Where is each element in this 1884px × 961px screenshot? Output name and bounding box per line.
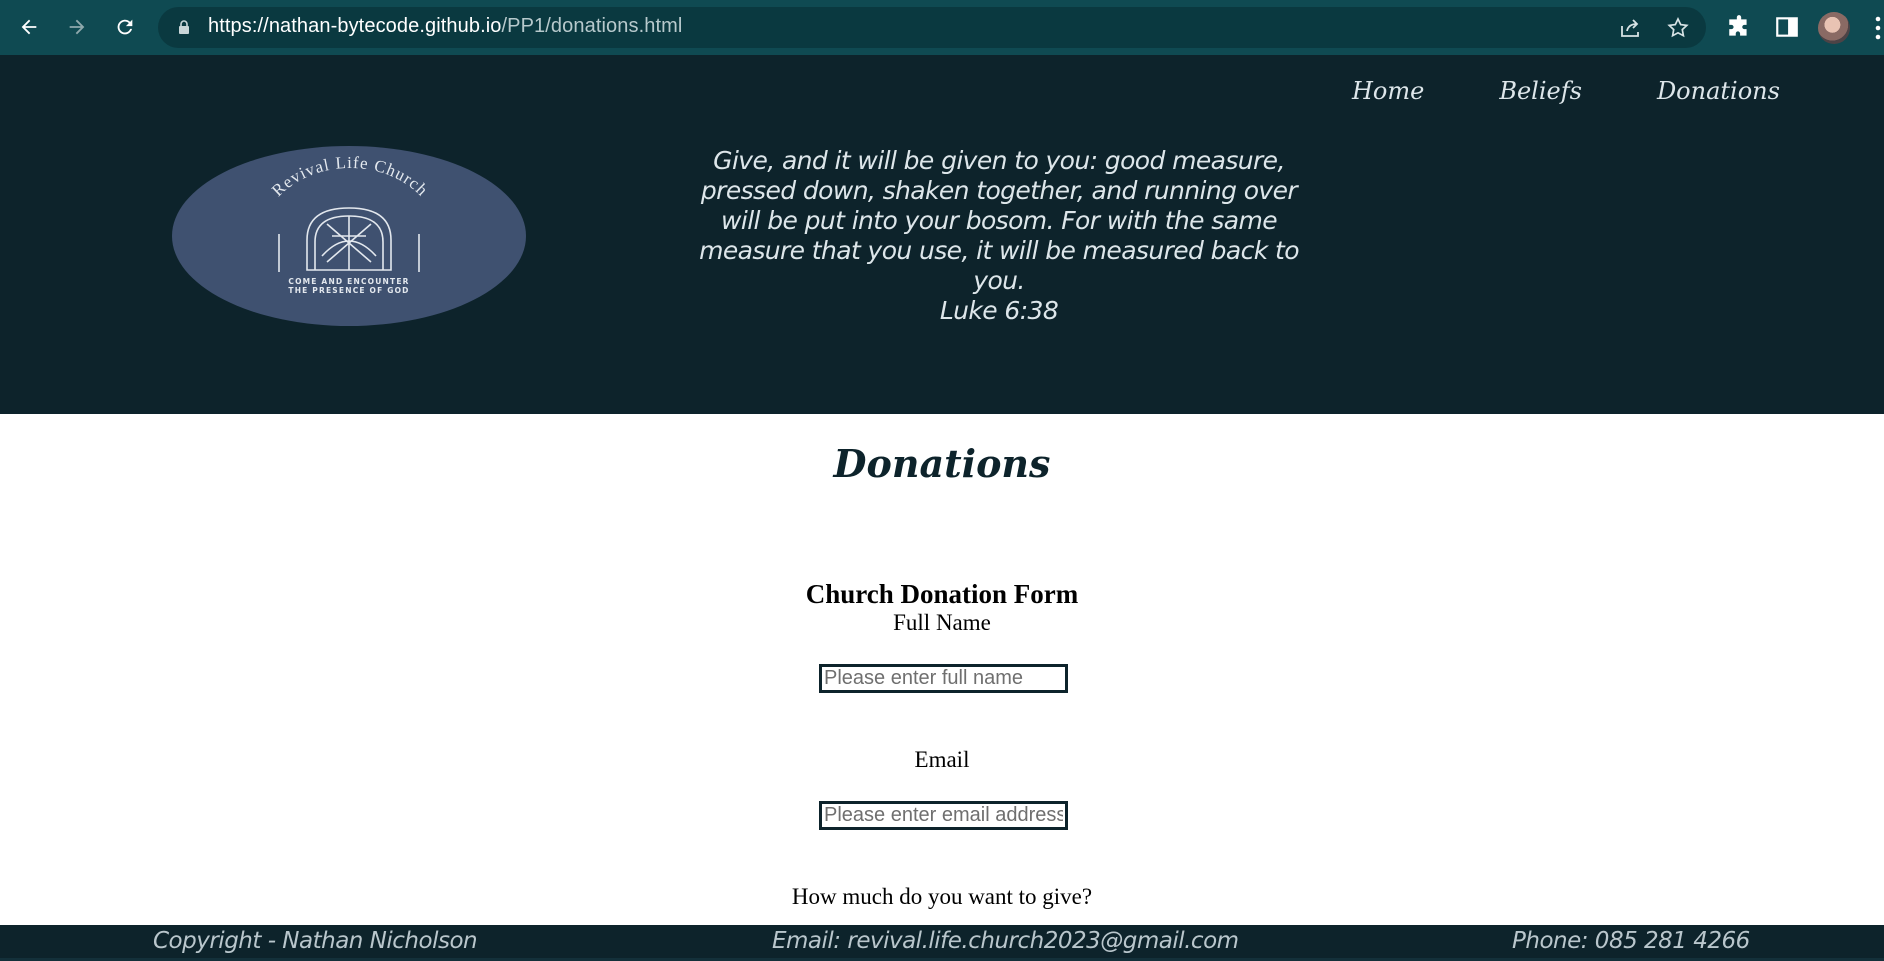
lock-icon[interactable]: [176, 19, 192, 35]
reload-icon[interactable]: [110, 12, 140, 42]
page-title: Donations: [833, 441, 1051, 486]
donation-amount-label: How much do you want to give?: [791, 884, 1093, 909]
footer-phone[interactable]: Phone: 085 281 4266: [1512, 928, 1750, 954]
nav-home-link[interactable]: Home: [1352, 77, 1424, 105]
site-footer: Copyright - Nathan Nicholson Email: revi…: [0, 925, 1884, 961]
menu-icon[interactable]: [1872, 14, 1884, 42]
full-name-input[interactable]: [819, 664, 1068, 693]
share-icon[interactable]: [1618, 16, 1642, 40]
svg-text:Revival Life Church: Revival Life Church: [268, 153, 432, 200]
scripture-verse: Give, and it will be given to you: good …: [690, 146, 1308, 326]
logo-tagline-1: COME AND ENCOUNTER: [288, 277, 409, 286]
star-icon[interactable]: [1666, 16, 1690, 40]
verse-reference: Luke 6:38: [939, 296, 1059, 325]
url-text[interactable]: https://nathan-bytecode.github.io/PP1/do…: [208, 15, 682, 38]
church-window-icon: [278, 207, 420, 272]
forward-icon[interactable]: [62, 12, 92, 42]
email-input[interactable]: [819, 801, 1068, 830]
extensions-icon[interactable]: [1726, 14, 1752, 40]
logo-tagline-2: THE PRESENCE OF GOD: [288, 286, 409, 295]
form-title: Church Donation Form: [805, 579, 1079, 609]
nav-donations-link[interactable]: Donations: [1657, 77, 1780, 105]
full-name-label: Full Name: [893, 610, 991, 635]
url-path: /PP1/donations.html: [501, 15, 683, 37]
verse-text: Give, and it will be given to you: good …: [699, 146, 1299, 295]
back-icon[interactable]: [14, 12, 44, 42]
footer-copyright: Copyright - Nathan Nicholson: [153, 928, 478, 954]
church-logo[interactable]: Revival Life Church COME AND ENCOUNTER T…: [172, 146, 526, 326]
address-bar[interactable]: https://nathan-bytecode.github.io/PP1/do…: [158, 7, 1706, 48]
profile-avatar[interactable]: [1818, 12, 1850, 44]
browser-toolbar: https://nathan-bytecode.github.io/PP1/do…: [0, 0, 1884, 55]
site-header: Home Beliefs Donations Revival Life Chur…: [0, 55, 1884, 414]
email-label: Email: [914, 747, 970, 772]
nav-beliefs-link[interactable]: Beliefs: [1499, 77, 1582, 105]
footer-email[interactable]: Email: revival.life.church2023@gmail.com: [772, 928, 1239, 954]
logo-name: Revival Life Church: [268, 153, 431, 200]
main-nav: Home Beliefs Donations: [1352, 77, 1855, 105]
side-panel-icon[interactable]: [1774, 14, 1800, 40]
url-host: https://nathan-bytecode.github.io: [208, 15, 502, 37]
